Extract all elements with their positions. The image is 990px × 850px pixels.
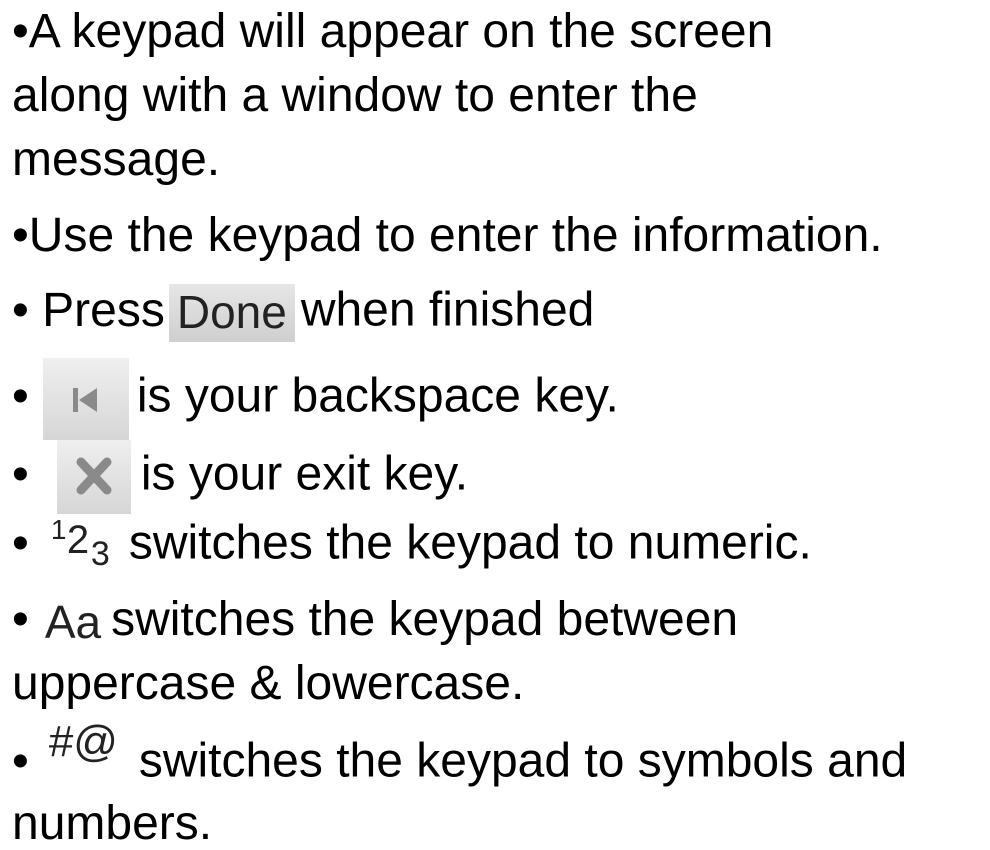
instruction-line-exit: • is your exit key. [12, 440, 468, 514]
instruction-line-1: •A keypad will appear on the screen [12, 6, 773, 58]
line-3-text: message. [12, 133, 221, 186]
symbols-key-icon: #@ [45, 717, 131, 794]
instruction-slide: •A keypad will appear on the screen alon… [0, 0, 990, 850]
line-9-bullet: • [12, 593, 29, 646]
case-toggle-key-icon: Aa [44, 596, 102, 649]
close-icon [56, 440, 131, 514]
instruction-line-case-continued: uppercase & lowercase. [12, 658, 524, 710]
line-6-text: is your backspace key. [136, 369, 619, 423]
instruction-line-symbols: • #@ switches the keypad to symbols and [12, 717, 908, 794]
backspace-icon [42, 358, 129, 440]
line-5-text: when finished [300, 283, 595, 337]
line-8-bullet: • [12, 516, 29, 570]
instruction-line-numeric: • 1 2 3 switches the keypad to numeric. [12, 514, 812, 576]
line-6-bullet: • [12, 369, 29, 423]
line-11-text: switches the keypad to symbols and [138, 734, 908, 788]
line-12-text: numbers. [12, 797, 213, 850]
line-4-text: •Use the keypad to enter the information… [12, 209, 883, 262]
line-5-bullet: • Press [12, 283, 165, 337]
line-7-bullet: • [12, 447, 29, 501]
instruction-line-3: message. [12, 134, 220, 186]
line-9-text: switches the keypad between [111, 593, 739, 646]
numeric-key-icon: 1 2 3 [45, 514, 121, 576]
line-2-text: along with a window to enter the [12, 69, 698, 122]
line-7-text: is your exit key. [140, 447, 469, 501]
numeric-key-digit-1: 1 [50, 514, 67, 545]
instruction-line-case: • Aa switches the keypad between [12, 593, 739, 649]
numeric-key-digit-2: 2 [66, 518, 90, 562]
done-key-image: Done [168, 284, 295, 342]
instruction-line-backspace: • is your backspace key. [12, 358, 619, 440]
line-11-bullet: • [12, 734, 29, 788]
symbols-key-label: #@ [48, 717, 118, 766]
instruction-line-done: • Press Done when finished [12, 284, 594, 342]
instruction-line-4: •Use the keypad to enter the information… [12, 210, 883, 262]
instruction-line-symbols-continued: numbers. [12, 798, 212, 850]
instruction-line-2: along with a window to enter the [12, 70, 698, 122]
line-10-text: uppercase & lowercase. [12, 657, 525, 710]
line-8-text: switches the keypad to numeric. [128, 516, 812, 570]
numeric-key-digit-3: 3 [90, 535, 110, 573]
line-1-text: •A keypad will appear on the screen [12, 5, 774, 58]
